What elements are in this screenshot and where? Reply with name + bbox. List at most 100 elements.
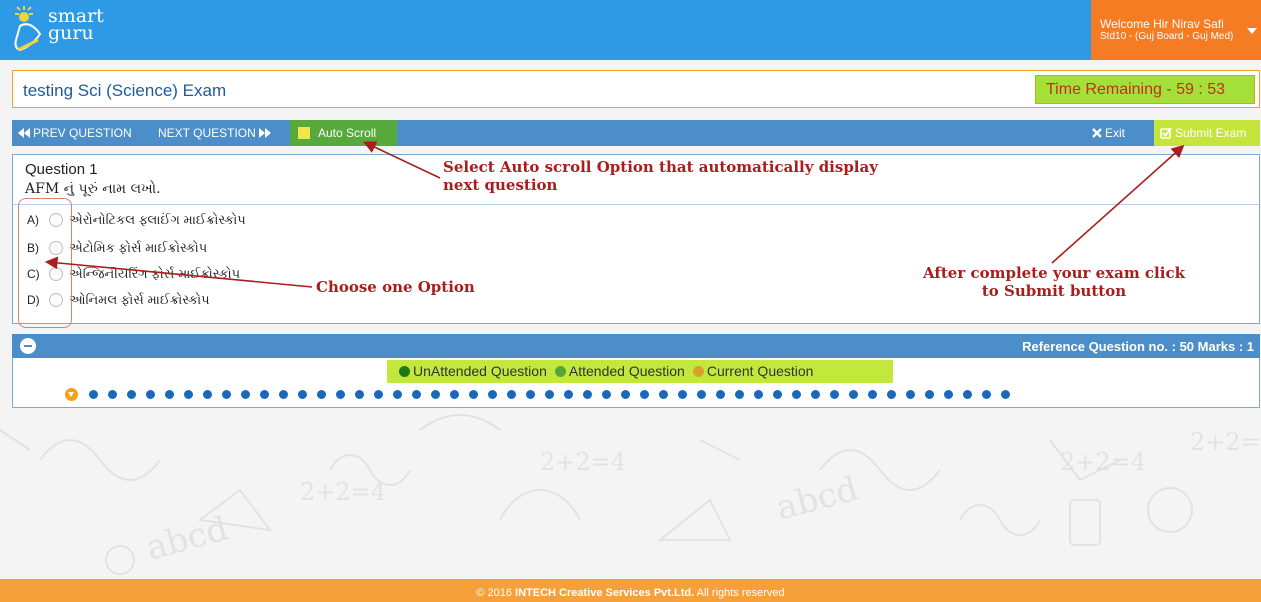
question-dot[interactable]	[640, 390, 649, 399]
question-dot[interactable]	[89, 390, 98, 399]
question-dot[interactable]	[279, 390, 288, 399]
question-dot[interactable]	[621, 390, 630, 399]
logo-line-2: guru	[48, 22, 94, 44]
question-dot[interactable]	[754, 390, 763, 399]
svg-text:2+2=4: 2+2=4	[540, 448, 626, 476]
status-legend: UnAttended Question Attended Question Cu…	[387, 360, 893, 383]
question-dot[interactable]	[260, 390, 269, 399]
current-circle-icon	[692, 366, 704, 377]
check-square-icon	[1160, 127, 1172, 139]
prev-question-button[interactable]: PREV QUESTION	[18, 126, 132, 140]
legend-unattended: UnAttended Question	[399, 363, 547, 383]
copyright-suffix: All rights reserved	[694, 587, 785, 599]
top-header: smart guru Welcome Hir Nirav Safi Std10 …	[0, 0, 1261, 60]
submit-exam-button[interactable]: Submit Exam	[1154, 120, 1260, 146]
question-dot[interactable]	[697, 390, 706, 399]
submit-exam-label: Submit Exam	[1175, 126, 1247, 140]
question-dot[interactable]	[906, 390, 915, 399]
question-dot[interactable]	[773, 390, 782, 399]
question-dot[interactable]	[564, 390, 573, 399]
question-navigator: UnAttended Question Attended Question Cu…	[12, 358, 1260, 408]
submit-annotation: After complete your exam click to Submit…	[923, 264, 1185, 300]
current-question-dot[interactable]	[65, 388, 78, 401]
standard-text: Std10 - (Guj Board - Guj Med)	[1100, 31, 1234, 42]
question-dot[interactable]	[469, 390, 478, 399]
checkbox-icon[interactable]	[298, 127, 310, 139]
question-dot[interactable]	[659, 390, 668, 399]
collapse-icon[interactable]	[20, 338, 36, 354]
bulb-icon	[14, 6, 42, 52]
question-dot[interactable]	[127, 390, 136, 399]
exit-label: Exit	[1105, 126, 1126, 140]
logo-wordmark: smart guru	[48, 7, 104, 44]
question-dot[interactable]	[298, 390, 307, 399]
question-dot[interactable]	[868, 390, 877, 399]
question-dot[interactable]	[602, 390, 611, 399]
footer: © 2016 INTECH Creative Services Pvt.Ltd.…	[0, 579, 1261, 602]
exit-button[interactable]: Exit	[1092, 126, 1125, 140]
question-dot[interactable]	[317, 390, 326, 399]
question-dots	[65, 387, 1020, 401]
user-menu[interactable]: Welcome Hir Nirav Safi Std10 - (Guj Boar…	[1091, 0, 1261, 60]
next-question-button[interactable]: NEXT QUESTION	[158, 126, 271, 140]
auto-scroll-annotation: Select Auto scroll Option that automatic…	[443, 158, 878, 194]
question-dot[interactable]	[241, 390, 250, 399]
question-dot[interactable]	[412, 390, 421, 399]
check-circle-icon	[554, 366, 566, 377]
question-dot[interactable]	[507, 390, 516, 399]
question-dot[interactable]	[488, 390, 497, 399]
question-dot[interactable]	[944, 390, 953, 399]
exam-titlebar: testing Sci (Science) Exam Time Remainin…	[12, 70, 1260, 108]
question-dot[interactable]	[811, 390, 820, 399]
caret-down-icon[interactable]	[1247, 28, 1257, 34]
question-dot[interactable]	[108, 390, 117, 399]
svg-text:2+2=4: 2+2=4	[1060, 448, 1146, 476]
question-dot[interactable]	[203, 390, 212, 399]
exam-title: testing Sci (Science) Exam	[23, 81, 227, 100]
question-dot[interactable]	[393, 390, 402, 399]
question-dot[interactable]	[1001, 390, 1010, 399]
question-dot[interactable]	[963, 390, 972, 399]
question-dot[interactable]	[526, 390, 535, 399]
question-dot[interactable]	[716, 390, 725, 399]
legend-current-label: Current Question	[706, 363, 814, 379]
question-number: Question 1	[25, 161, 98, 178]
question-dot[interactable]	[165, 390, 174, 399]
legend-current: Current Question	[692, 363, 814, 383]
double-right-arrow-icon	[258, 128, 271, 138]
question-dot[interactable]	[982, 390, 991, 399]
smart-guru-logo[interactable]: smart guru	[14, 4, 124, 58]
options-highlight-box	[18, 198, 72, 328]
legend-attended: Attended Question	[554, 363, 685, 383]
option-text: એટોમિક ફોર્સ માઈક્રોસ્કોપ	[69, 240, 208, 255]
question-dot[interactable]	[355, 390, 364, 399]
option-text: ઓનિમલ ફોર્સ માઈક્રોસ્કોપ	[69, 292, 210, 307]
question-dot[interactable]	[830, 390, 839, 399]
question-dot[interactable]	[792, 390, 801, 399]
question-dot[interactable]	[925, 390, 934, 399]
question-dot[interactable]	[374, 390, 383, 399]
question-dot[interactable]	[336, 390, 345, 399]
legend-unattended-label: UnAttended Question	[413, 363, 547, 379]
copyright-prefix: © 2016	[476, 587, 516, 599]
svg-text:2+2=4: 2+2=4	[1190, 428, 1261, 456]
company-name[interactable]: INTECH Creative Services Pvt.Ltd.	[515, 587, 694, 599]
option-text: એન્જિનીયરિંગ ફોર્સ માઈક્રોસ્કોપ	[69, 266, 241, 281]
question-dot[interactable]	[583, 390, 592, 399]
question-dot[interactable]	[735, 390, 744, 399]
question-dot[interactable]	[450, 390, 459, 399]
reference-bar: Reference Question no. : 50 Marks : 1	[12, 334, 1260, 358]
question-dot[interactable]	[887, 390, 896, 399]
question-dot[interactable]	[146, 390, 155, 399]
question-dot[interactable]	[431, 390, 440, 399]
question-dot[interactable]	[545, 390, 554, 399]
svg-text:abcd: abcd	[142, 509, 232, 569]
question-dot[interactable]	[678, 390, 687, 399]
question-dot[interactable]	[849, 390, 858, 399]
auto-scroll-toggle[interactable]: Auto Scroll	[290, 120, 397, 146]
welcome-text: Welcome Hir Nirav Safi	[1100, 17, 1224, 31]
question-dot[interactable]	[222, 390, 231, 399]
legend-attended-label: Attended Question	[568, 363, 685, 379]
question-toolbar: PREV QUESTION NEXT QUESTION Auto Scroll …	[12, 120, 1260, 146]
question-dot[interactable]	[184, 390, 193, 399]
